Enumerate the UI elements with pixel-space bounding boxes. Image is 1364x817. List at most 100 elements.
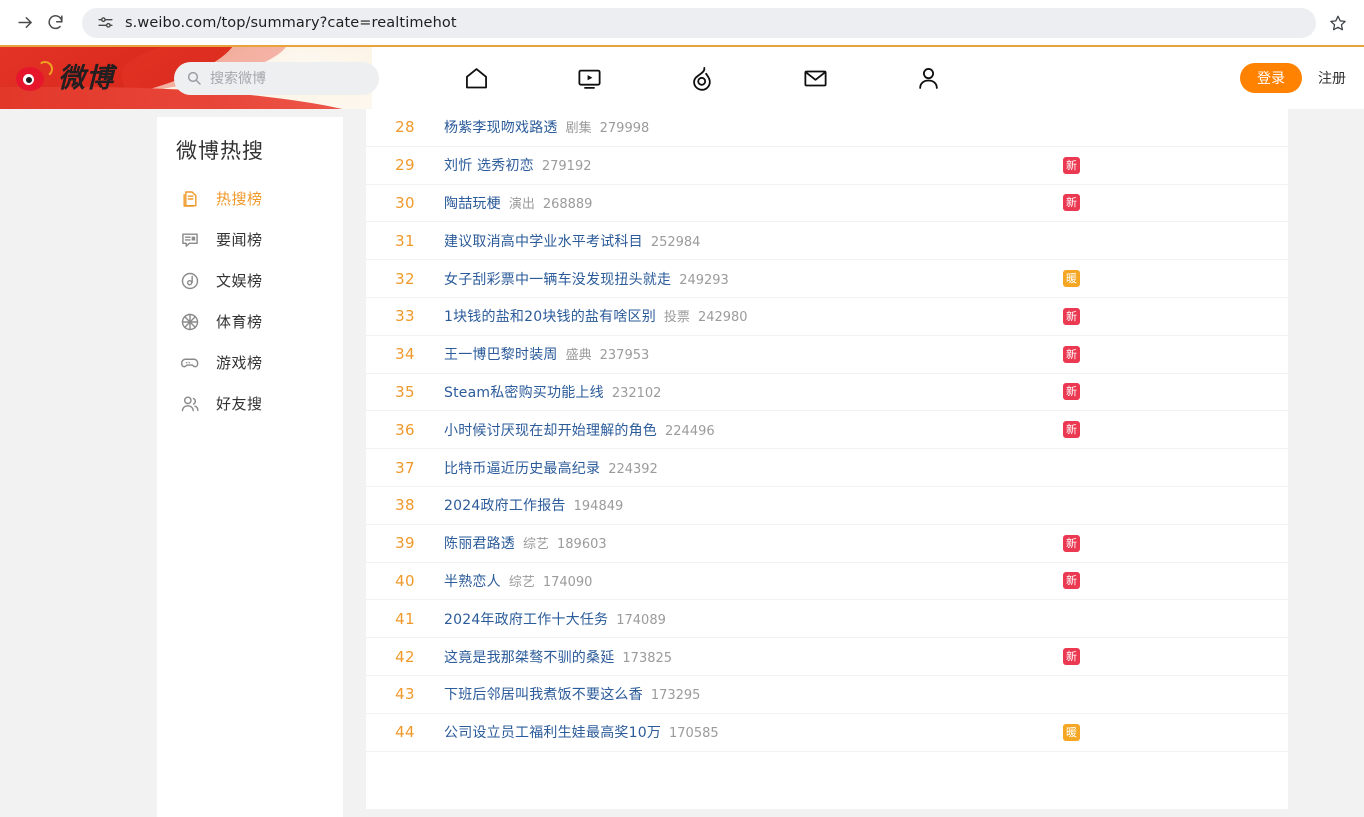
sidebar-item-news[interactable]: 要闻榜 bbox=[157, 219, 343, 260]
register-link[interactable]: 注册 bbox=[1318, 68, 1346, 88]
row-category-tag: 盛典 bbox=[565, 348, 592, 364]
row-rank: 43 bbox=[395, 685, 415, 704]
table-row[interactable]: 28 杨紫李现吻戏路透 剧集 279998 bbox=[366, 109, 1288, 147]
table-row[interactable]: 39 陈丽君路透 综艺 189603 新 bbox=[366, 525, 1288, 563]
row-heat-count: 224392 bbox=[608, 461, 658, 477]
row-title-link[interactable]: 陶喆玩梗 bbox=[444, 193, 501, 213]
row-heat-count: 189603 bbox=[557, 537, 607, 553]
status-badge: 新 bbox=[1063, 383, 1080, 401]
table-row[interactable]: 36 小时候讨厌现在却开始理解的角色 224496 新 bbox=[366, 411, 1288, 450]
table-row[interactable]: 44 公司设立员工福利生娃最高奖10万 170585 暖 bbox=[366, 714, 1288, 752]
row-badge-cell: 新 bbox=[1063, 383, 1093, 401]
row-category-tag: 投票 bbox=[663, 310, 690, 326]
table-row[interactable]: 30 陶喆玩梗 演出 268889 新 bbox=[366, 185, 1288, 223]
browser-toolbar: s.weibo.com/top/summary?cate=realtimehot bbox=[0, 0, 1364, 45]
row-title-link[interactable]: 2024政府工作报告 bbox=[444, 495, 566, 515]
sidebar-item-sports[interactable]: 体育榜 bbox=[157, 301, 343, 342]
sidebar-item-friends[interactable]: 好友搜 bbox=[157, 383, 343, 424]
sidebar-item-label: 游戏榜 bbox=[216, 354, 263, 373]
row-title-link[interactable]: 建议取消高中学业水平考试科目 bbox=[444, 231, 643, 251]
row-title-link[interactable]: 2024年政府工作十大任务 bbox=[444, 609, 608, 629]
forward-arrow-icon[interactable] bbox=[10, 8, 40, 38]
bookmark-star-icon[interactable] bbox=[1322, 8, 1354, 38]
row-rank: 35 bbox=[395, 382, 415, 401]
row-heat-count: 242980 bbox=[697, 310, 748, 326]
row-content: 建议取消高中学业水平考试科目 252984 bbox=[444, 231, 1288, 251]
home-icon[interactable] bbox=[420, 47, 533, 109]
row-content: 女子刮彩票中一辆车没发现扭头就走 249293 bbox=[444, 269, 1288, 289]
row-title-link[interactable]: 公司设立员工福利生娃最高奖10万 bbox=[444, 722, 661, 742]
row-title-link[interactable]: 小时候讨厌现在却开始理解的角色 bbox=[444, 420, 657, 440]
row-title-link[interactable]: 王一博巴黎时装周 bbox=[444, 344, 558, 364]
entertainment-icon bbox=[179, 270, 201, 292]
row-title-link[interactable]: 刘忻 选秀初恋 bbox=[444, 155, 534, 175]
row-heat-count: 173825 bbox=[622, 650, 673, 666]
sidebar-item-entertainment[interactable]: 文娱榜 bbox=[157, 260, 343, 301]
search-input[interactable]: 搜索微博 bbox=[174, 61, 379, 95]
row-heat-count: 279192 bbox=[541, 159, 592, 175]
row-title-link[interactable]: 1块钱的盐和20块钱的盐有啥区别 bbox=[444, 306, 656, 326]
row-title-link[interactable]: 这竟是我那桀骜不驯的桑延 bbox=[444, 647, 614, 667]
login-button[interactable]: 登录 bbox=[1240, 63, 1302, 93]
status-badge: 新 bbox=[1063, 345, 1080, 363]
hot-flame-icon[interactable] bbox=[646, 47, 759, 109]
row-content: 下班后邻居叫我煮饭不要这么香 173295 bbox=[444, 684, 1288, 704]
row-content: 这竟是我那桀骜不驯的桑延 173825 bbox=[444, 647, 1288, 667]
row-badge-cell bbox=[1063, 118, 1093, 136]
row-rank: 29 bbox=[395, 156, 415, 175]
table-row[interactable]: 32 女子刮彩票中一辆车没发现扭头就走 249293 暖 bbox=[366, 260, 1288, 298]
row-heat-count: 249293 bbox=[679, 272, 729, 288]
sidebar-item-hot-list[interactable]: 热搜榜 bbox=[157, 178, 343, 219]
search-icon bbox=[186, 70, 202, 86]
row-title-link[interactable]: 下班后邻居叫我煮饭不要这么香 bbox=[444, 684, 643, 704]
sidebar-item-games[interactable]: 游戏榜 bbox=[157, 342, 343, 383]
row-badge-cell: 暖 bbox=[1063, 270, 1093, 288]
row-content: 半熟恋人 综艺 174090 bbox=[444, 571, 1288, 591]
row-heat-count: 174090 bbox=[542, 574, 593, 590]
weibo-logo[interactable]: 微博 bbox=[16, 47, 166, 109]
row-title-link[interactable]: 女子刮彩票中一辆车没发现扭头就走 bbox=[444, 269, 671, 289]
row-content: 陶喆玩梗 演出 268889 bbox=[444, 193, 1288, 213]
row-heat-count: 232102 bbox=[611, 385, 662, 401]
table-row[interactable]: 34 王一博巴黎时装周 盛典 237953 新 bbox=[366, 336, 1288, 374]
gamepad-icon bbox=[179, 352, 201, 374]
address-bar[interactable]: s.weibo.com/top/summary?cate=realtimehot bbox=[82, 7, 1316, 38]
table-row[interactable]: 35 Steam私密购买功能上线 232102 新 bbox=[366, 374, 1288, 412]
table-row[interactable]: 33 1块钱的盐和20块钱的盐有啥区别 投票 242980 新 bbox=[366, 298, 1288, 336]
friends-icon bbox=[179, 393, 201, 415]
row-content: 2024政府工作报告 194849 bbox=[444, 495, 1288, 515]
table-row[interactable]: 31 建议取消高中学业水平考试科目 252984 bbox=[366, 222, 1288, 261]
row-content: 公司设立员工福利生娃最高奖10万 170585 bbox=[444, 722, 1288, 742]
row-title-link[interactable]: 陈丽君路透 bbox=[444, 533, 515, 553]
weibo-eye-icon bbox=[16, 59, 55, 93]
row-content: 刘忻 选秀初恋 279192 bbox=[444, 155, 1288, 175]
table-row[interactable]: 29 刘忻 选秀初恋 279192 新 bbox=[366, 147, 1288, 185]
status-badge: 暖 bbox=[1063, 723, 1080, 741]
header-actions: 登录 注册 bbox=[1240, 47, 1346, 109]
row-title-link[interactable]: 比特币逼近历史最高纪录 bbox=[444, 458, 600, 478]
sidebar-title: 微博热搜 bbox=[176, 139, 264, 163]
sidebar-item-label: 文娱榜 bbox=[216, 272, 263, 291]
row-rank: 38 bbox=[395, 496, 415, 515]
row-heat-count: 170585 bbox=[669, 726, 719, 742]
user-icon[interactable] bbox=[872, 47, 985, 109]
row-rank: 28 bbox=[395, 118, 415, 137]
row-title-link[interactable]: Steam私密购买功能上线 bbox=[444, 382, 604, 402]
row-content: 王一博巴黎时装周 盛典 237953 bbox=[444, 344, 1288, 364]
sports-ball-icon bbox=[179, 311, 201, 333]
reload-icon[interactable] bbox=[40, 8, 70, 38]
table-row[interactable]: 41 2024年政府工作十大任务 174089 bbox=[366, 600, 1288, 639]
row-title-link[interactable]: 杨紫李现吻戏路透 bbox=[444, 117, 558, 137]
site-settings-icon[interactable] bbox=[94, 12, 116, 34]
row-badge-cell: 新 bbox=[1063, 648, 1093, 666]
row-title-link[interactable]: 半熟恋人 bbox=[444, 571, 501, 591]
row-rank: 37 bbox=[395, 458, 415, 477]
video-icon[interactable] bbox=[533, 47, 646, 109]
table-row[interactable]: 38 2024政府工作报告 194849 bbox=[366, 487, 1288, 525]
mail-icon[interactable] bbox=[759, 47, 872, 109]
status-badge: 暖 bbox=[1063, 270, 1080, 288]
table-row[interactable]: 43 下班后邻居叫我煮饭不要这么香 173295 bbox=[366, 676, 1288, 714]
table-row[interactable]: 42 这竟是我那桀骜不驯的桑延 173825 新 bbox=[366, 638, 1288, 676]
table-row[interactable]: 40 半熟恋人 综艺 174090 新 bbox=[366, 563, 1288, 601]
table-row[interactable]: 37 比特币逼近历史最高纪录 224392 bbox=[366, 449, 1288, 487]
